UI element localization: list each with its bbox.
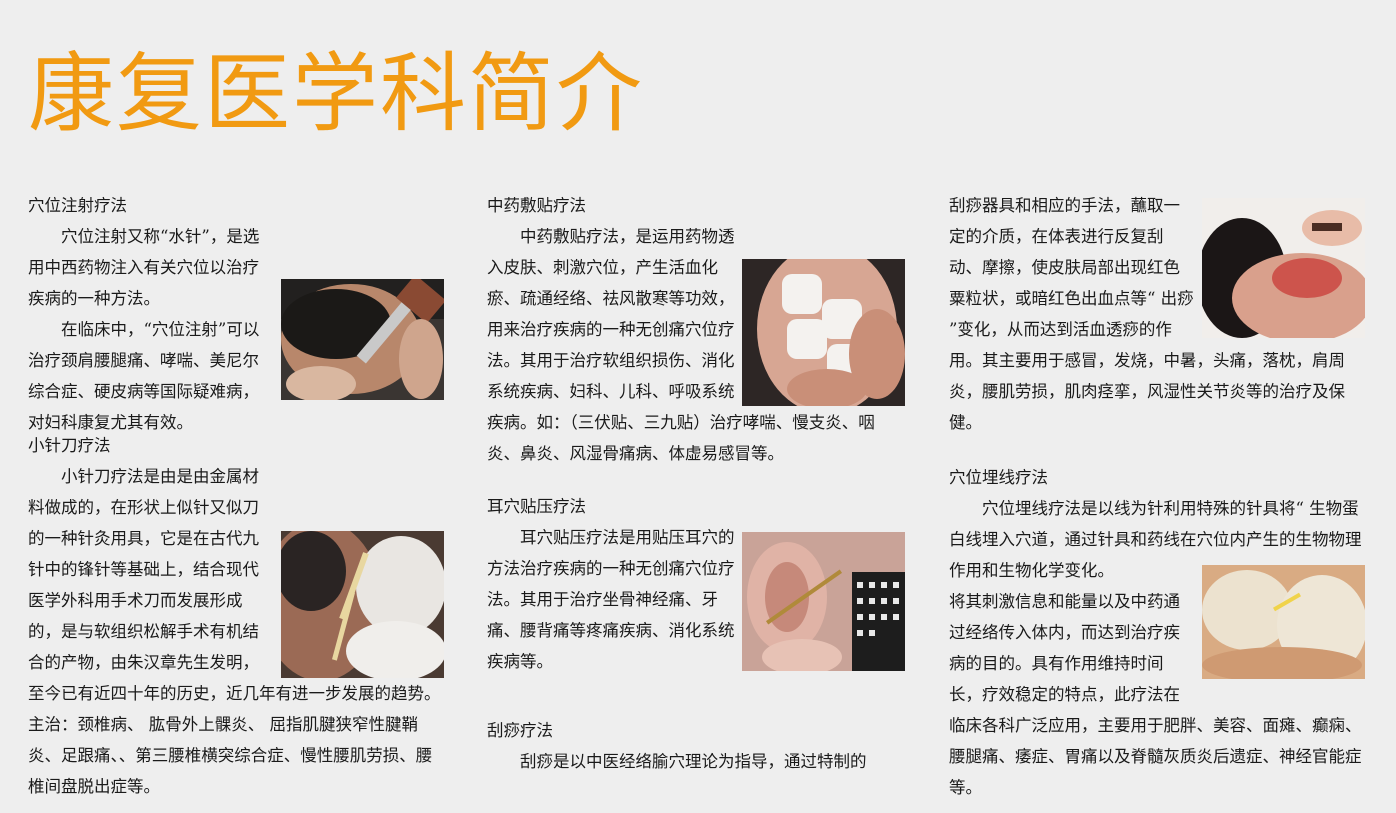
section-heading: 中药敷贴疗法 [487, 196, 586, 215]
section-gua-sha: 刮痧疗法 刮痧是以中医经络腧穴理论为指导，通过特制的 [487, 715, 905, 777]
catgut-embedding-photo [1202, 565, 1365, 679]
section-catgut-embedding: 穴位埋线疗法 穴位埋线疗法是以线为针利用特殊的针具将“ 生物蛋白线埋入穴道，通过… [949, 462, 1365, 803]
section-ear-acupressure: 耳穴贴压疗法 耳穴贴压疗法是用贴压耳穴的方法治疗疾病的一种无创痛穴位疗法。其用于… [487, 491, 905, 677]
acupoint-injection-photo [281, 279, 444, 400]
section-heading: 小针刀疗法 [28, 436, 111, 455]
section-herbal-patch: 中药敷贴疗法 中药敷贴疗法，是运用药物透入皮肤、刺激穴位，产生活血化瘀、疏通经络… [487, 190, 905, 469]
page-title: 康复医学科简介 [28, 44, 644, 144]
ear-acupressure-photo [742, 532, 905, 671]
section-heading: 穴位注射疗法 [28, 196, 127, 215]
section-needle-knife: 小针刀疗法 小针刀疗法是由是由金属材料做成的，在形状上似针又似刀的一种针灸用具，… [28, 430, 444, 802]
section-heading: 刮痧疗法 [487, 721, 553, 740]
section-heading: 穴位埋线疗法 [949, 468, 1048, 487]
section-acupoint-injection: 穴位注射疗法 穴位注射又称“水针”，是选用中西药物注入有关穴位以治疗疾病的一种方… [28, 190, 444, 438]
section-text: 刮痧是以中医经络腧穴理论为指导，通过特制的 [520, 752, 867, 771]
section-gua-sha-continued: 刮痧器具和相应的手法，蘸取一定的介质，在体表进行反复刮动、摩擦，使皮肤局部出现红… [949, 190, 1365, 438]
needle-knife-photo [281, 531, 444, 678]
section-heading: 耳穴贴压疗法 [487, 497, 586, 516]
herbal-patch-photo [742, 259, 905, 406]
gua-sha-photo [1202, 198, 1365, 338]
